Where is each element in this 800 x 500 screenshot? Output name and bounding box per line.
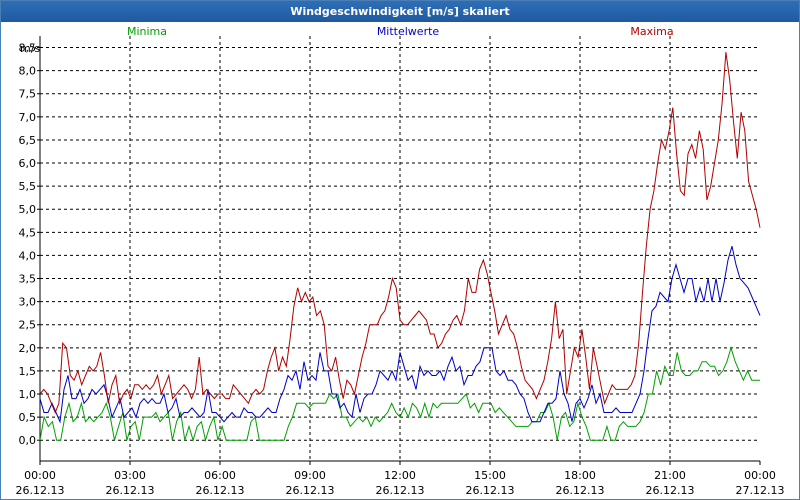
y-tick-label: 0,5 xyxy=(19,411,37,424)
x-tick-date: 26.12.13 xyxy=(286,484,335,497)
y-tick-label: 8,0 xyxy=(19,65,37,78)
y-tick-label: 4,5 xyxy=(19,226,37,239)
x-tick-date: 26.12.13 xyxy=(16,484,65,497)
x-tick-time: 12:00 xyxy=(384,469,416,482)
y-axis-unit: m/s xyxy=(20,42,40,55)
legend-mittelwerte: Mittelwerte xyxy=(377,25,440,38)
y-tick-label: 1,5 xyxy=(19,365,37,378)
x-tick-time: 03:00 xyxy=(114,469,146,482)
y-axis-ticks: 0,0 0,5 1,0 1,5 2,0 2,5 3,0 3,5 4,0 4,5 5,0 5,5 6,0 6… xyxy=(19,42,37,448)
y-tick-label: 1,0 xyxy=(19,388,37,401)
y-tick-label: 2,0 xyxy=(19,342,37,355)
x-axis-ticks: 00:00 26.12.13 03:00 26.12.13 06:00 26.12.13 0… xyxy=(16,469,785,497)
wind-speed-chart: 0,0 0,5 1,0 1,5 2,0 2,5 3,0 3,5 4,0 4,5 5,0 5,5 6,0 6… xyxy=(16,25,785,497)
x-tick-time: 06:00 xyxy=(204,469,236,482)
x-tick-time: 15:00 xyxy=(474,469,506,482)
y-tick-label: 4,0 xyxy=(19,249,37,262)
legend-minima: Minima xyxy=(127,25,167,38)
x-tick-date: 26.12.13 xyxy=(106,484,155,497)
x-tick-time: 18:00 xyxy=(564,469,596,482)
x-tick-date: 26.12.13 xyxy=(196,484,245,497)
y-tick-label: 7,0 xyxy=(19,111,37,124)
x-tick-date: 26.12.13 xyxy=(646,484,695,497)
x-tick-time: 00:00 xyxy=(744,469,776,482)
legend-maxima: Maxima xyxy=(630,25,673,38)
y-tick-label: 3,5 xyxy=(19,273,37,286)
y-tick-label: 5,0 xyxy=(19,203,37,216)
legend: Minima Mittelwerte Maxima xyxy=(127,25,674,38)
x-tick-time: 00:00 xyxy=(24,469,56,482)
y-tick-label: 5,5 xyxy=(19,180,37,193)
x-tick-time: 09:00 xyxy=(294,469,326,482)
y-tick-label: 6,0 xyxy=(19,157,37,170)
y-tick-label: 7,5 xyxy=(19,88,37,101)
grid xyxy=(40,36,760,461)
x-tick-date: 26.12.13 xyxy=(376,484,425,497)
y-tick-label: 3,0 xyxy=(19,296,37,309)
x-tick-time: 21:00 xyxy=(654,469,686,482)
x-tick-date: 26.12.13 xyxy=(466,484,515,497)
x-tick-date: 26.12.13 xyxy=(556,484,605,497)
y-tick-label: 2,5 xyxy=(19,319,37,332)
y-tick-label: 6,5 xyxy=(19,134,37,147)
x-tick-date: 27.12.13 xyxy=(736,484,785,497)
y-tick-label: 0,0 xyxy=(19,434,37,447)
